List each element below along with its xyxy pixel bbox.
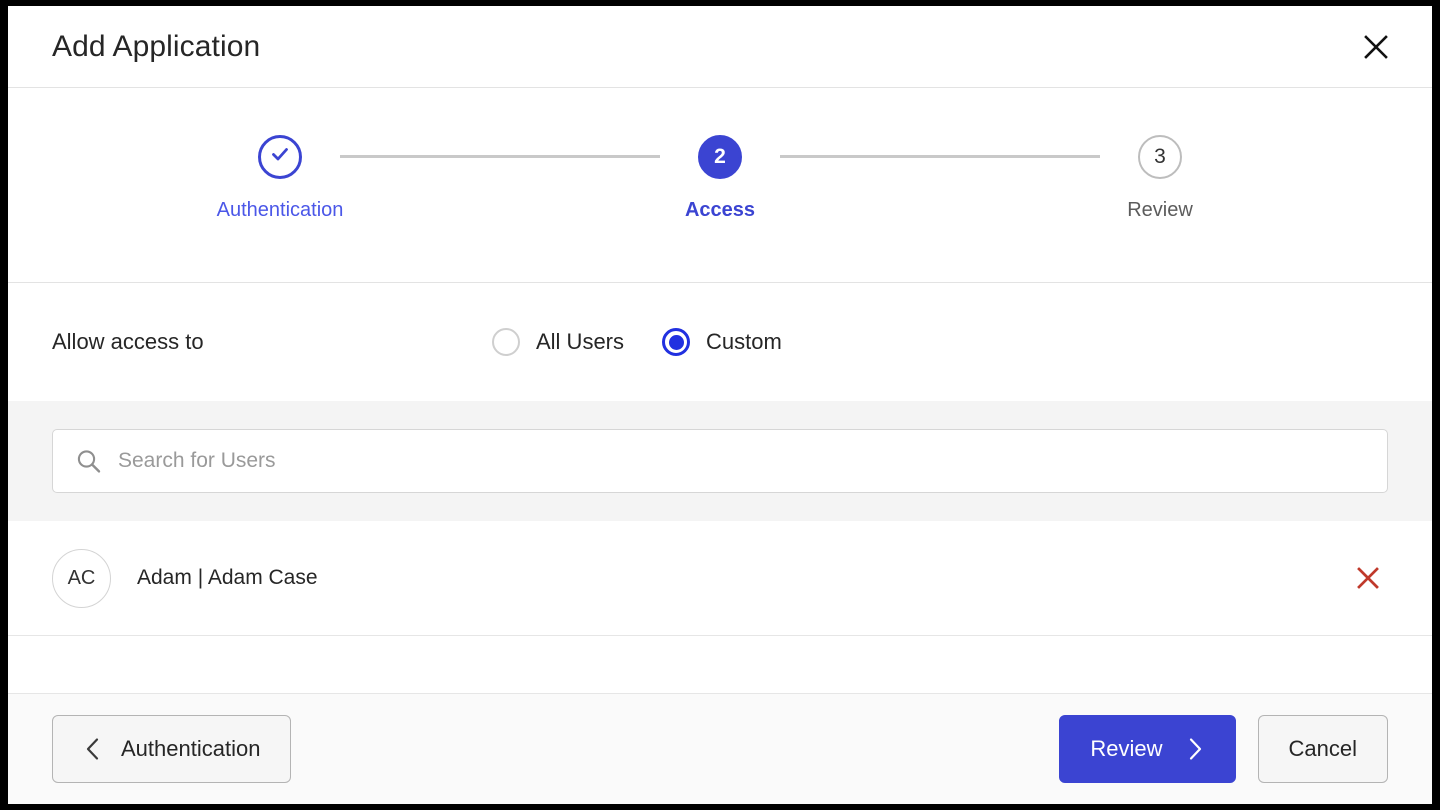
avatar: AC	[52, 549, 111, 608]
radio-label-custom: Custom	[706, 329, 782, 355]
search-icon	[75, 448, 102, 475]
add-application-dialog: Add Application Authentication	[8, 6, 1432, 804]
check-icon	[269, 143, 291, 171]
radio-option-all-users[interactable]: All Users	[492, 328, 624, 356]
user-name: Adam | Adam Case	[137, 566, 1348, 590]
radio-icon-all-users	[492, 328, 520, 356]
step-review[interactable]: 3 Review	[1100, 135, 1220, 222]
back-button-label: Authentication	[121, 736, 260, 762]
stepper-section: Authentication 2 Access 3 Review	[8, 88, 1432, 283]
step-label-authentication: Authentication	[217, 199, 344, 222]
stepper-connector-1	[340, 155, 660, 158]
step-label-access: Access	[685, 199, 755, 222]
close-dialog-button[interactable]	[1354, 25, 1398, 69]
step-label-review: Review	[1127, 199, 1193, 222]
review-button[interactable]: Review	[1059, 715, 1235, 783]
dialog-header: Add Application	[8, 6, 1432, 88]
search-box[interactable]	[52, 429, 1388, 493]
access-radio-group: All Users Custom	[492, 328, 782, 356]
back-to-authentication-button[interactable]: Authentication	[52, 715, 291, 783]
chevron-left-icon	[83, 736, 103, 762]
search-band	[8, 401, 1432, 521]
table-row: AC Adam | Adam Case	[8, 521, 1432, 636]
stepper-connector-2	[780, 155, 1100, 158]
dialog-footer: Authentication Review Cancel	[8, 694, 1432, 804]
footer-actions: Review Cancel	[1059, 715, 1388, 783]
step-marker-authentication	[258, 135, 302, 179]
step-marker-review: 3	[1138, 135, 1182, 179]
cancel-button[interactable]: Cancel	[1258, 715, 1388, 783]
chevron-right-icon	[1185, 736, 1205, 762]
remove-user-button[interactable]	[1348, 558, 1388, 598]
selected-users-list: AC Adam | Adam Case	[8, 521, 1432, 636]
close-icon	[1355, 565, 1381, 591]
radio-option-custom[interactable]: Custom	[662, 328, 782, 356]
step-access[interactable]: 2 Access	[660, 135, 780, 222]
search-input[interactable]	[116, 448, 1365, 474]
step-marker-access: 2	[698, 135, 742, 179]
allow-access-label: Allow access to	[52, 329, 492, 355]
allow-access-row: Allow access to All Users Custom	[8, 283, 1432, 401]
list-empty-space	[8, 636, 1432, 694]
step-authentication[interactable]: Authentication	[220, 135, 340, 222]
stepper: Authentication 2 Access 3 Review	[220, 135, 1220, 222]
radio-icon-custom	[662, 328, 690, 356]
review-button-label: Review	[1090, 736, 1162, 762]
radio-label-all-users: All Users	[536, 329, 624, 355]
cancel-button-label: Cancel	[1289, 736, 1357, 762]
page-title: Add Application	[52, 30, 260, 64]
close-icon	[1363, 34, 1389, 60]
